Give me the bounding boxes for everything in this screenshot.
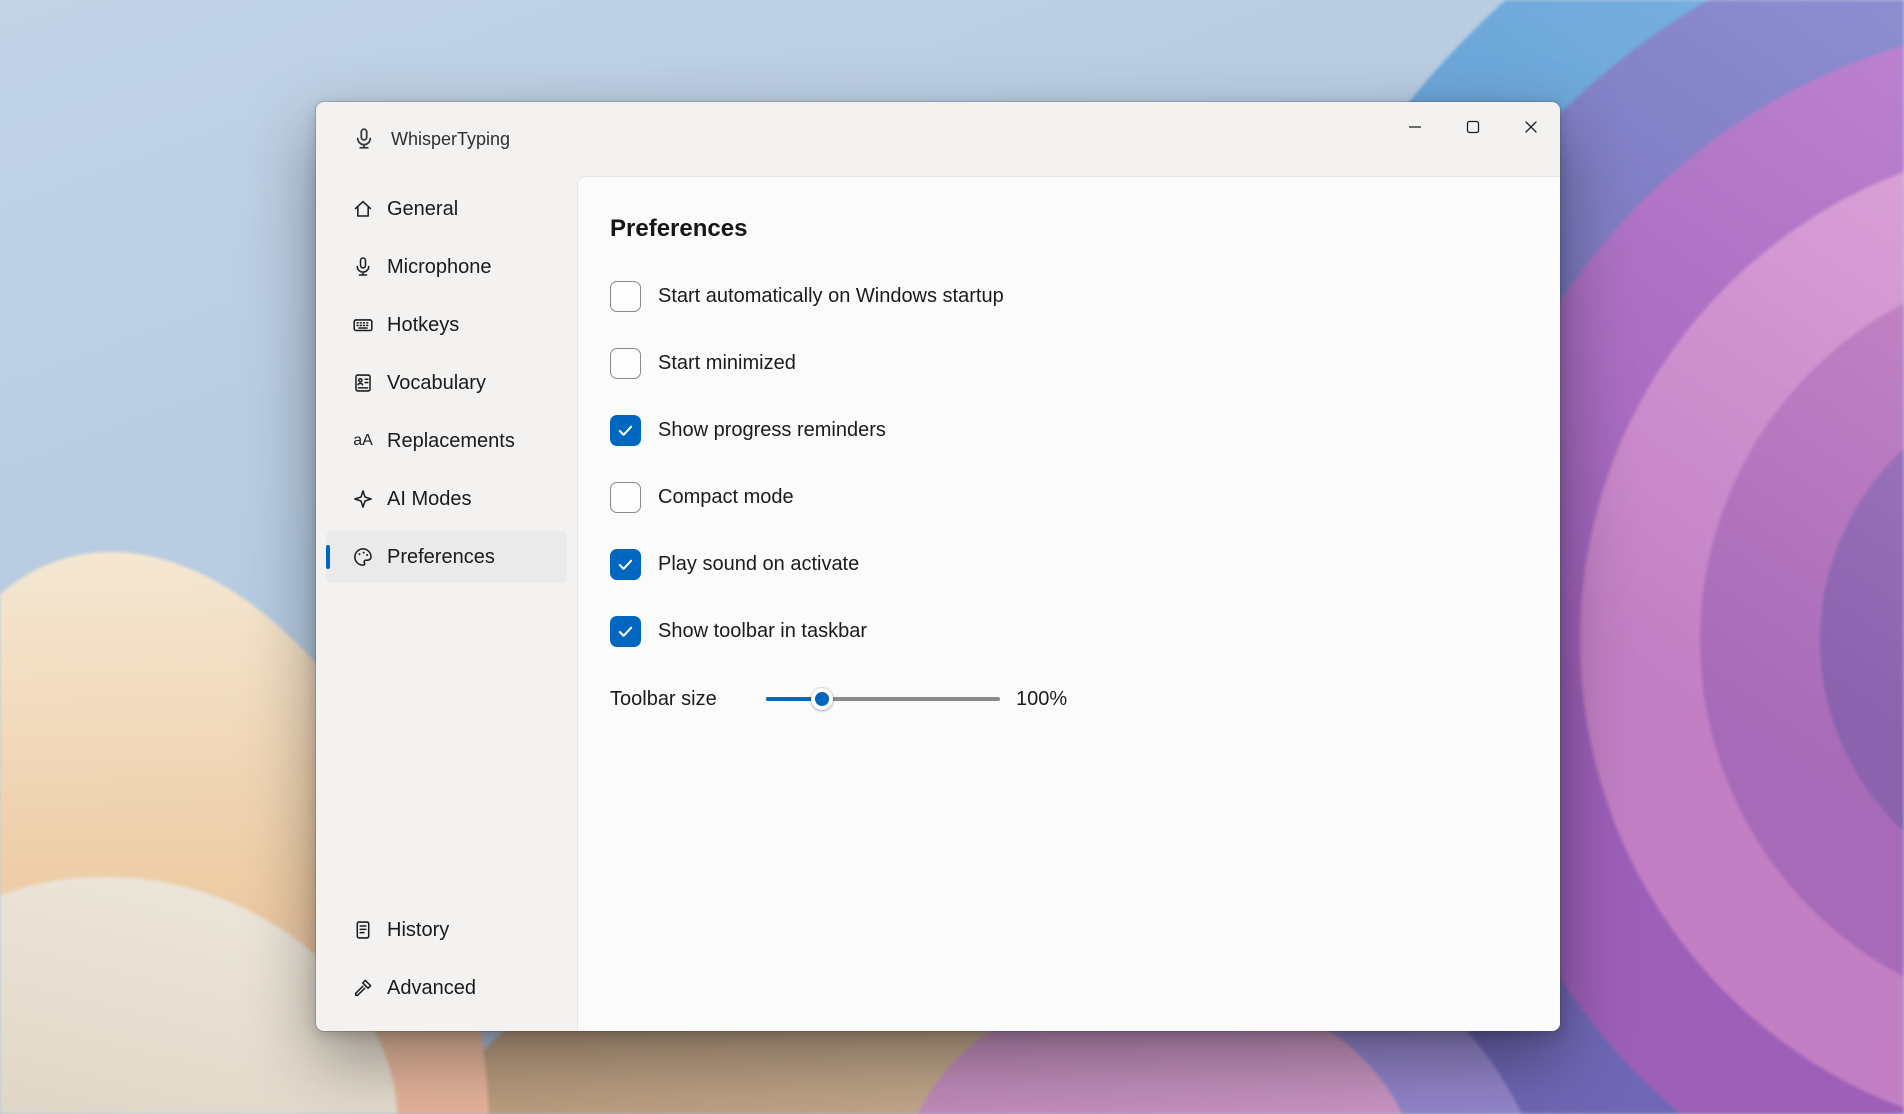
setting-row: Start minimized bbox=[610, 330, 1520, 397]
slider-value: 100% bbox=[1016, 687, 1068, 710]
app-title: WhisperTyping bbox=[391, 128, 511, 149]
sidebar-item-microphone[interactable]: Microphone bbox=[326, 241, 567, 293]
checkbox-show-toolbar-in-taskbar[interactable] bbox=[610, 616, 641, 647]
sidebar-item-vocabulary[interactable]: Vocabulary bbox=[326, 357, 567, 409]
sidebar-item-label: Vocabulary bbox=[387, 371, 486, 394]
sidebar: General Microphone Hotkeys Vocabulary aA… bbox=[316, 176, 577, 1031]
checkbox-start-automatically[interactable] bbox=[610, 281, 641, 312]
checkmark-icon bbox=[618, 559, 633, 570]
checkbox-label: Compact mode bbox=[658, 486, 794, 508]
checkbox-compact-mode[interactable] bbox=[610, 482, 641, 513]
sidebar-item-label: Advanced bbox=[387, 976, 476, 999]
checkbox-play-sound-on-activate[interactable] bbox=[610, 549, 641, 580]
window-controls bbox=[1386, 102, 1560, 152]
checkbox-show-progress-reminders[interactable] bbox=[610, 415, 641, 446]
palette-icon bbox=[352, 546, 374, 568]
sidebar-item-label: Preferences bbox=[387, 545, 495, 568]
sidebar-item-hotkeys[interactable]: Hotkeys bbox=[326, 299, 567, 351]
preferences-panel: Preferences Start automatically on Windo… bbox=[577, 176, 1560, 1031]
checkmark-icon bbox=[618, 626, 633, 637]
home-icon bbox=[352, 198, 374, 220]
slider-thumb[interactable] bbox=[811, 688, 834, 710]
sidebar-item-label: General bbox=[387, 197, 459, 220]
sidebar-item-label: Microphone bbox=[387, 255, 492, 278]
checkbox-label: Start automatically on Windows startup bbox=[658, 285, 1004, 307]
setting-row: Show progress reminders bbox=[610, 397, 1520, 464]
page-title: Preferences bbox=[610, 215, 748, 242]
setting-row: Compact mode bbox=[610, 464, 1520, 531]
wrench-icon bbox=[352, 977, 374, 999]
sidebar-item-ai-modes[interactable]: AI Modes bbox=[326, 473, 567, 525]
checkbox-start-minimized[interactable] bbox=[610, 348, 641, 379]
sidebar-item-general[interactable]: General bbox=[326, 183, 567, 235]
sidebar-item-label: Hotkeys bbox=[387, 313, 460, 336]
whispertyping-window: WhisperTyping General Microphone Hotkeys… bbox=[316, 102, 1560, 1031]
slider-label: Toolbar size bbox=[610, 687, 717, 710]
sidebar-item-label: History bbox=[387, 918, 450, 941]
checkbox-label: Show toolbar in taskbar bbox=[658, 620, 868, 642]
toolbar-size-row: Toolbar size 100% bbox=[610, 687, 1520, 711]
titlebar: WhisperTyping bbox=[316, 102, 1560, 176]
checkbox-label: Start minimized bbox=[658, 352, 796, 374]
sparkle-icon bbox=[352, 488, 374, 510]
toolbar-size-slider[interactable] bbox=[766, 687, 1000, 711]
sidebar-item-preferences[interactable]: Preferences bbox=[326, 531, 567, 583]
setting-row: Play sound on activate bbox=[610, 531, 1520, 598]
checkbox-label: Play sound on activate bbox=[658, 553, 860, 575]
maximize-button[interactable] bbox=[1444, 102, 1502, 152]
sidebar-item-label: Replacements bbox=[387, 429, 515, 452]
app-mic-icon bbox=[352, 127, 376, 151]
setting-row: Show toolbar in taskbar bbox=[610, 598, 1520, 665]
history-icon bbox=[352, 919, 374, 941]
checkbox-label: Show progress reminders bbox=[658, 419, 886, 441]
keyboard-icon bbox=[352, 314, 374, 336]
close-button[interactable] bbox=[1502, 102, 1560, 152]
checkmark-icon bbox=[618, 425, 633, 436]
vocabulary-card-icon bbox=[352, 372, 374, 394]
setting-row: Start automatically on Windows startup bbox=[610, 263, 1520, 330]
microphone-icon bbox=[352, 256, 374, 278]
sidebar-item-replacements[interactable]: aA Replacements bbox=[326, 415, 567, 467]
text-replace-icon: aA bbox=[353, 432, 373, 449]
sidebar-item-label: AI Modes bbox=[387, 487, 472, 510]
sidebar-item-history[interactable]: History bbox=[326, 904, 567, 956]
sidebar-item-advanced[interactable]: Advanced bbox=[326, 962, 567, 1014]
minimize-button[interactable] bbox=[1386, 102, 1444, 152]
